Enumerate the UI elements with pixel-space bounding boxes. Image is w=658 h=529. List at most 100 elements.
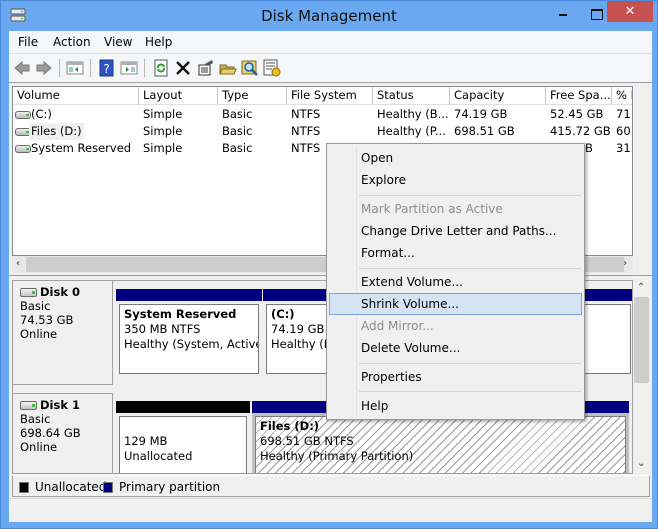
context-menu: Open Explore Mark Partition as Active Ch… [326, 143, 585, 420]
disk-management-window: Disk Management ✕ File Action View Help … [0, 0, 658, 529]
menu-item-change-drive-letter[interactable]: Change Drive Letter and Paths... [329, 220, 582, 242]
svg-text:?: ? [103, 62, 109, 76]
cell-type: Basic [222, 141, 253, 155]
disk-icon [20, 288, 37, 297]
primary-partition-bar [116, 289, 262, 301]
scroll-right-icon[interactable]: › [623, 258, 627, 269]
cell-capacity: 74.19 GB [454, 107, 508, 121]
minimize-button[interactable] [549, 1, 575, 22]
back-icon[interactable] [13, 59, 31, 77]
column-layout[interactable]: Layout [139, 87, 218, 105]
show-hide-action-pane-icon[interactable] [120, 59, 138, 77]
menu-action[interactable]: Action [53, 35, 91, 49]
menu-separator [359, 391, 581, 392]
menu-item-delete-volume[interactable]: Delete Volume... [329, 337, 582, 359]
column-capacity[interactable]: Capacity [450, 87, 546, 105]
cell-layout: Simple [143, 124, 183, 138]
legend: Unallocated Primary partition [12, 475, 650, 497]
legend-primary-partition: Primary partition [119, 480, 221, 494]
drive-icon [15, 111, 31, 119]
cell-volume: System Reserved [31, 141, 132, 155]
cell-percent-free: 60 % [616, 124, 632, 138]
toolbar-separator [144, 59, 145, 77]
menu-item-help[interactable]: Help [329, 395, 582, 417]
disk-name: Disk 0 [40, 285, 80, 299]
toolbar-separator [59, 59, 60, 77]
rescan-disks-icon[interactable] [263, 59, 281, 77]
column-percent-free[interactable]: % Free [612, 87, 632, 105]
unallocated-swatch [19, 482, 29, 493]
menu-item-add-mirror[interactable]: Add Mirror... [329, 315, 582, 337]
menu-item-format[interactable]: Format... [329, 242, 582, 264]
title-bar[interactable]: Disk Management ✕ [1, 1, 657, 31]
cell-volume: (C:) [31, 107, 52, 121]
cell-percent-free: 31 % [616, 141, 632, 155]
open-icon[interactable] [219, 59, 237, 77]
partition-title: System Reserved [124, 307, 237, 321]
column-type[interactable]: Type [218, 87, 287, 105]
maximize-button[interactable] [583, 1, 609, 22]
menu-item-explore[interactable]: Explore [329, 169, 582, 191]
disk-state: Online [20, 327, 58, 341]
menu-help[interactable]: Help [145, 35, 172, 49]
table-row[interactable]: Files (D:) Simple Basic NTFS Healthy (P.… [13, 123, 632, 140]
unallocated-bar [116, 401, 250, 413]
cell-layout: Simple [143, 107, 183, 121]
disk-type: Basic [20, 412, 51, 426]
volume-list-header: Volume Layout Type File System Status Ca… [13, 87, 632, 105]
menu-item-shrink-volume[interactable]: Shrink Volume... [329, 293, 582, 315]
properties-icon[interactable] [197, 59, 215, 77]
disk-type: Basic [20, 299, 51, 313]
column-status[interactable]: Status [373, 87, 450, 105]
disk-view-vertical-scrollbar[interactable]: ⌃ ⌄ [633, 280, 650, 474]
cell-percent-free: 71 % [616, 107, 632, 121]
menu-item-properties[interactable]: Properties [329, 366, 582, 388]
menu-item-open[interactable]: Open [329, 147, 582, 169]
menu-view[interactable]: View [104, 35, 132, 49]
refresh-icon[interactable] [152, 59, 170, 77]
drive-icon [15, 145, 31, 153]
cell-free-space: B [585, 141, 593, 155]
column-volume[interactable]: Volume [13, 87, 139, 105]
disk-size: 698.64 GB [20, 426, 81, 440]
cell-status: Healthy (B... [377, 107, 449, 121]
column-file-system[interactable]: File System [287, 87, 373, 105]
cell-file-system: NTFS [291, 141, 321, 155]
scroll-up-icon[interactable]: ⌃ [637, 282, 645, 293]
menu-item-mark-partition-active[interactable]: Mark Partition as Active [329, 198, 582, 220]
disk-state: Online [20, 440, 58, 454]
scroll-down-icon[interactable]: ⌄ [637, 458, 645, 469]
show-hide-console-tree-icon[interactable] [66, 59, 84, 77]
partition-unallocated[interactable]: 129 MB Unallocated [116, 401, 250, 473]
scroll-left-icon[interactable]: ‹ [16, 258, 20, 269]
cell-capacity: 698.51 GB [454, 124, 515, 138]
delete-icon[interactable] [174, 59, 192, 77]
partition-size: 350 MB NTFS [124, 322, 201, 336]
forward-icon[interactable] [35, 59, 53, 77]
menu-separator [359, 195, 581, 196]
cell-free-space: 52.45 GB [550, 107, 604, 121]
cell-status: Healthy (P... [377, 124, 446, 138]
cell-free-space: 415.72 GB [550, 124, 611, 138]
explore-icon[interactable] [241, 59, 259, 77]
scrollbar-thumb[interactable] [634, 297, 649, 383]
partition-status: Unallocated [124, 449, 193, 463]
partition-system-reserved[interactable]: System Reserved 350 MB NTFS Healthy (Sys… [116, 289, 262, 377]
help-icon[interactable]: ? [98, 59, 116, 77]
menu-separator [359, 363, 581, 364]
column-free-space[interactable]: Free Spa... [546, 87, 612, 105]
status-bar [9, 498, 652, 522]
cell-layout: Simple [143, 141, 183, 155]
partition-status: Healthy (Primary Partition) [260, 449, 414, 463]
toolbar: ? [9, 54, 652, 83]
disk-name: Disk 1 [40, 398, 80, 412]
menu-file[interactable]: File [18, 35, 38, 49]
menu-item-extend-volume[interactable]: Extend Volume... [329, 271, 582, 293]
disk-1-label[interactable]: Disk 1 Basic 698.64 GB Online [13, 393, 113, 473]
close-button[interactable]: ✕ [607, 1, 653, 22]
disk-0-label[interactable]: Disk 0 Basic 74.53 GB Online [13, 281, 113, 385]
table-row[interactable]: (C:) Simple Basic NTFS Healthy (B... 74.… [13, 106, 632, 123]
disk-size: 74.53 GB [20, 313, 74, 327]
legend-unallocated: Unallocated [35, 480, 107, 494]
menu-bar: File Action View Help [9, 31, 652, 54]
